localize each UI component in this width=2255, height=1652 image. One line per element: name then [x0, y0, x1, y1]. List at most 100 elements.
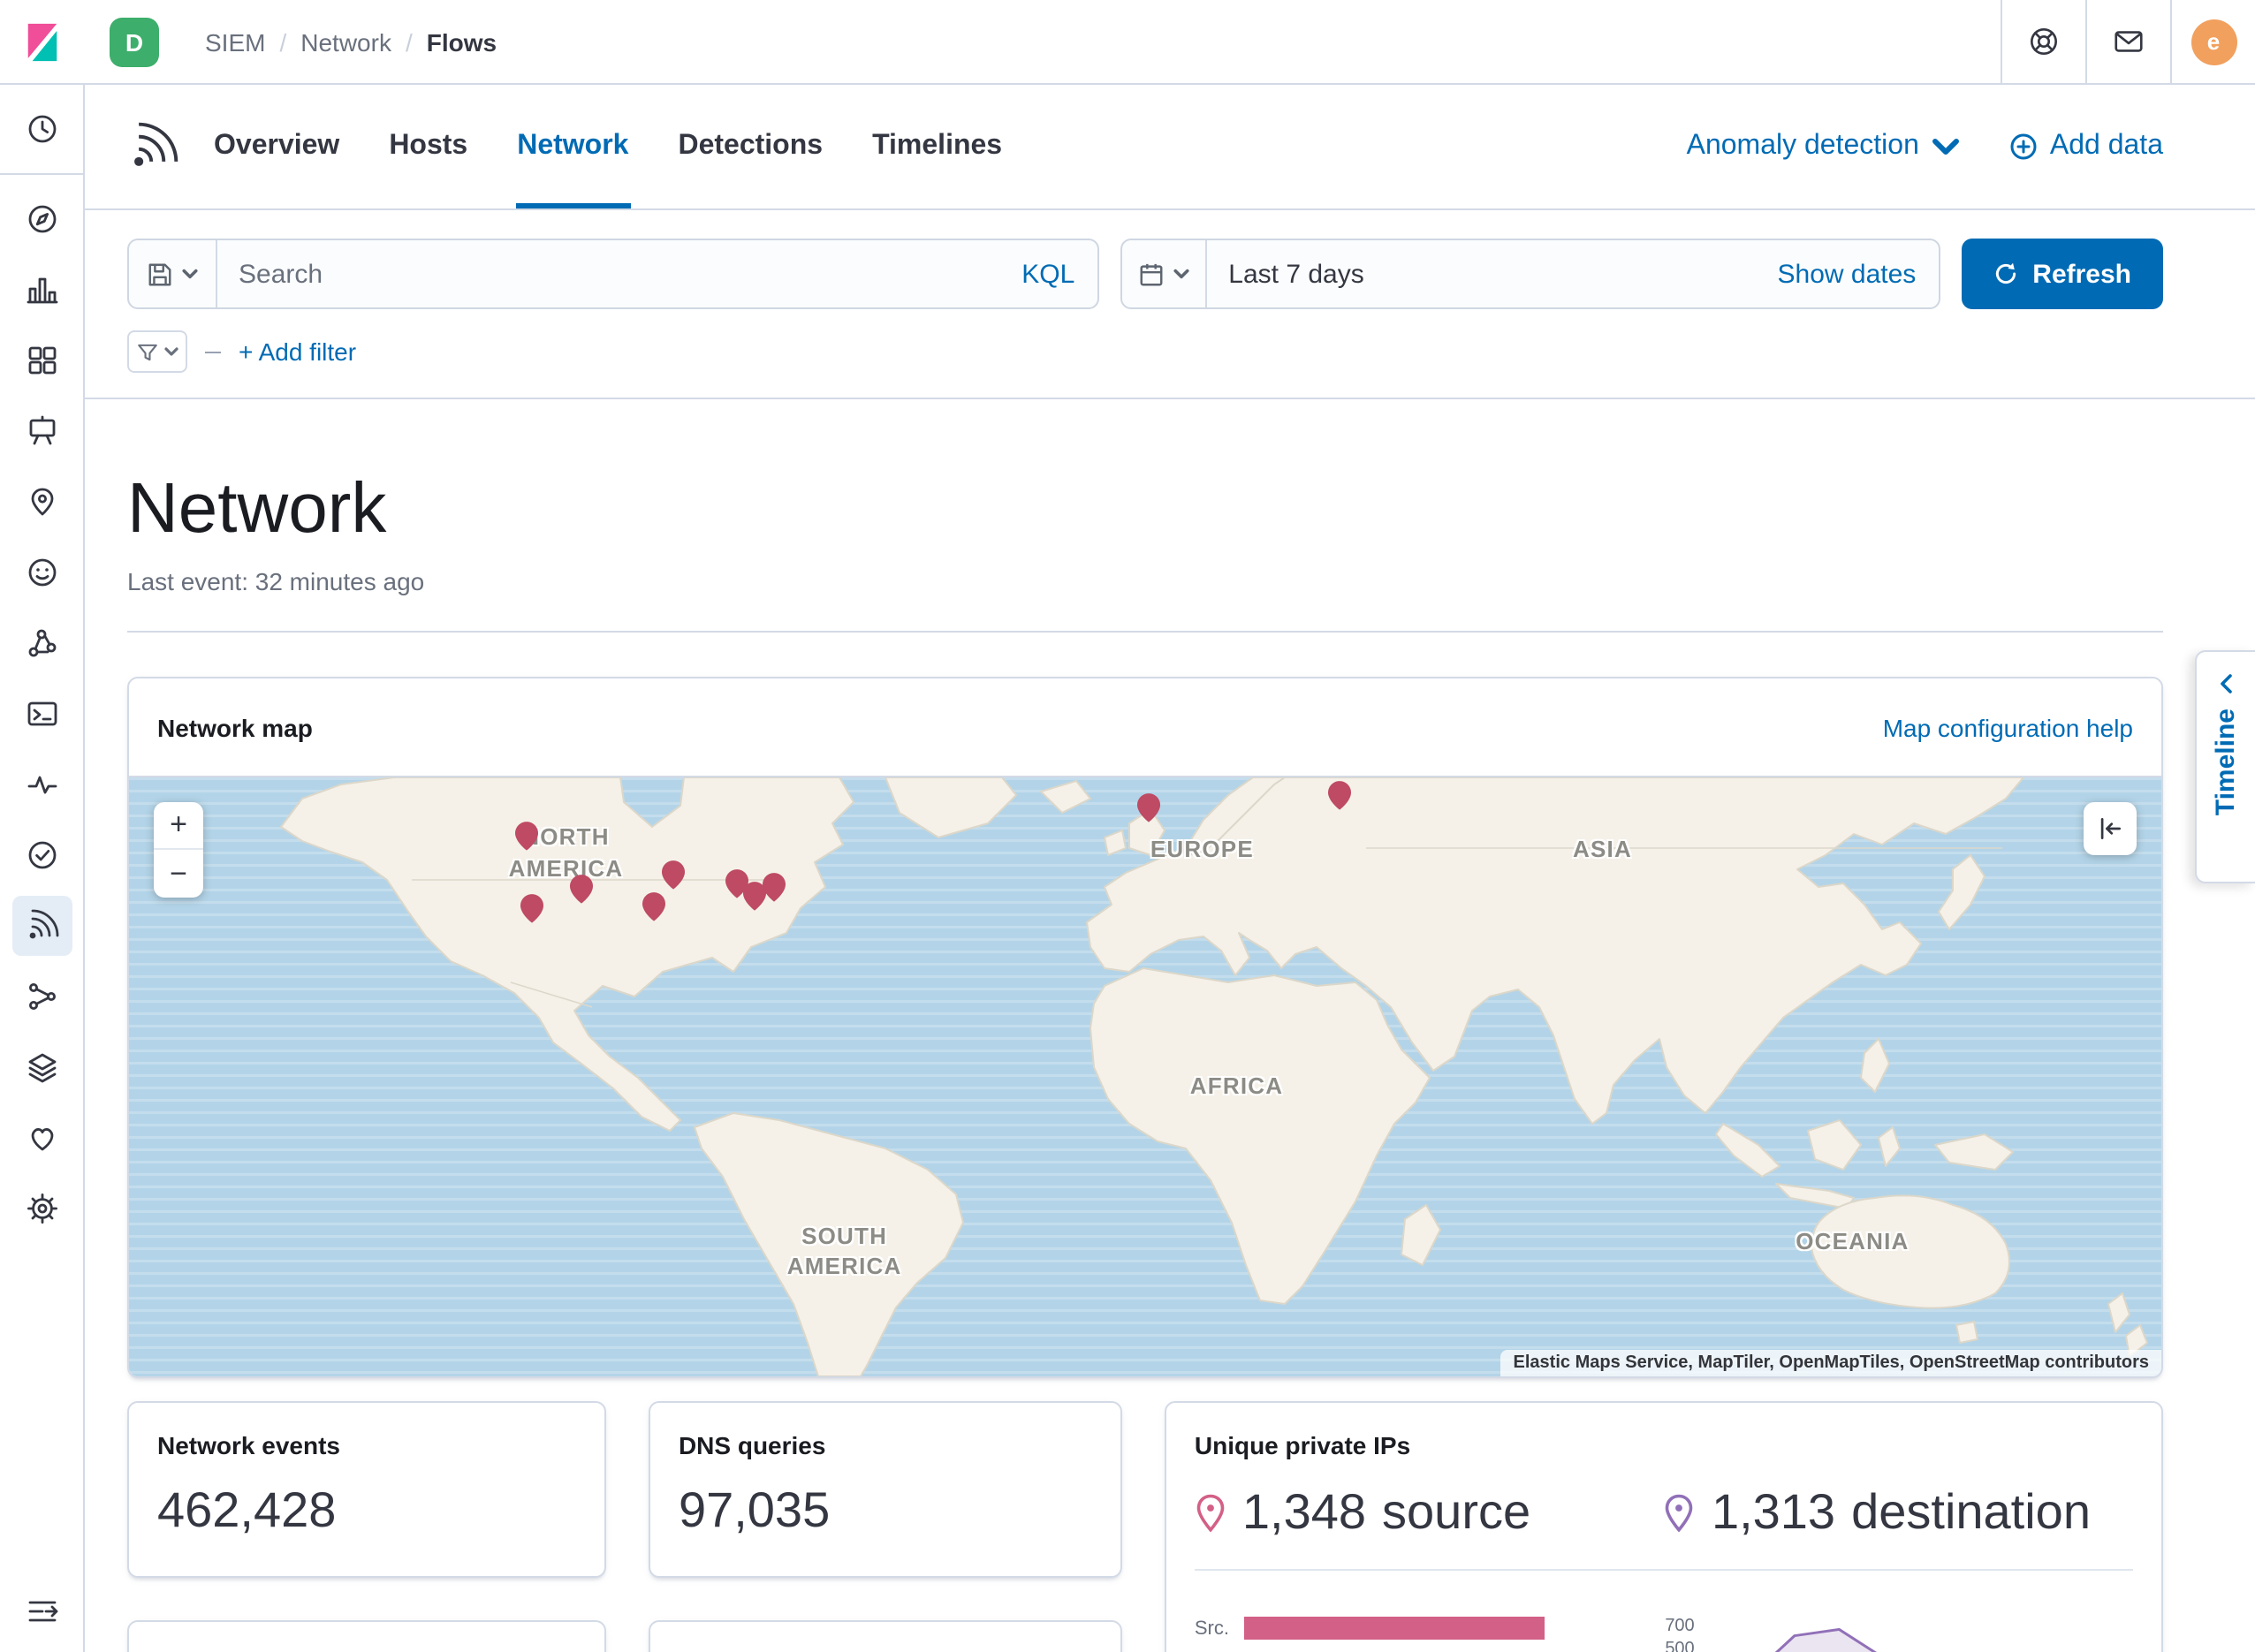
- tab-overview[interactable]: Overview: [212, 85, 341, 208]
- source-ips-label: source: [1382, 1484, 1530, 1541]
- filter-options-button[interactable]: [127, 330, 187, 373]
- tls-handshakes-card: TLS handshakes: [649, 1620, 1122, 1652]
- space-switcher[interactable]: D: [110, 17, 159, 66]
- timeline-label: Timeline: [2211, 709, 2241, 815]
- map-legend-toggle-button[interactable]: [2084, 802, 2137, 855]
- page-body: Network Last event: 32 minutes ago Netwo…: [85, 399, 2255, 1652]
- breadcrumb-network[interactable]: Network: [300, 27, 391, 56]
- anomaly-detection-label: Anomaly detection: [1687, 131, 1919, 163]
- map-pin-marker[interactable]: [1138, 792, 1161, 822]
- search-input[interactable]: [217, 259, 998, 289]
- timeline-flyout-button[interactable]: Timeline: [2195, 650, 2255, 883]
- user-menu-button[interactable]: e: [2170, 0, 2255, 84]
- filter-divider: [205, 351, 221, 352]
- date-range-button[interactable]: Last 7 days: [1207, 259, 1754, 289]
- breadcrumb-flows: Flows: [427, 27, 497, 56]
- canvas-nav-icon[interactable]: [11, 401, 72, 461]
- management-nav-icon[interactable]: [11, 1178, 72, 1239]
- siem-app-icon: [127, 120, 180, 173]
- card-title: Unique private IPs: [1195, 1431, 2133, 1459]
- newsfeed-button[interactable]: [2085, 0, 2170, 84]
- mail-icon: [2112, 25, 2145, 58]
- uptime-nav-icon[interactable]: [11, 825, 72, 885]
- source-pin-icon: [1195, 1492, 1226, 1533]
- kibana-siem-network-page: D SIEM/Network/Flows e: [0, 0, 2255, 1652]
- ips-area-chart: 700 500: [1656, 1617, 2133, 1652]
- card-title: DNS queries: [679, 1431, 1092, 1459]
- breadcrumb: SIEM/Network/Flows: [205, 27, 497, 56]
- user-avatar: e: [2190, 19, 2236, 64]
- filter-bar: + Add filter: [127, 330, 2163, 398]
- siem-nav-icon[interactable]: [11, 896, 72, 956]
- map-config-help-link[interactable]: Map configuration help: [1883, 713, 2133, 741]
- funnel-icon: [136, 340, 159, 363]
- graph-nav-icon[interactable]: [11, 613, 72, 673]
- stat-cards-grid: Network events 462,428 DNS queries 97,03…: [127, 1401, 2163, 1652]
- network-events-value: 462,428: [157, 1482, 576, 1539]
- map-pin-marker[interactable]: [1329, 780, 1352, 810]
- expand-sidebar-button[interactable]: [11, 1581, 72, 1641]
- dns-queries-card: DNS queries 97,035: [649, 1401, 1122, 1578]
- zoom-out-button[interactable]: −: [154, 850, 203, 898]
- destination-ips-value: 1,313: [1712, 1484, 1835, 1541]
- metrics-nav-icon[interactable]: [11, 1108, 72, 1168]
- refresh-button[interactable]: Refresh: [1962, 239, 2163, 309]
- map-pin-marker[interactable]: [642, 891, 664, 921]
- tab-hosts[interactable]: Hosts: [387, 85, 469, 208]
- global-header: D SIEM/Network/Flows e: [0, 0, 2255, 85]
- map-pin-marker[interactable]: [762, 873, 785, 903]
- search-control: KQL: [127, 239, 1099, 309]
- monitoring-nav-icon[interactable]: [11, 754, 72, 815]
- zoom-in-button[interactable]: +: [154, 802, 203, 850]
- map-pin-marker[interactable]: [662, 860, 685, 890]
- world-map[interactable]: + − Elastic Maps Service, MapTiler, Open…: [129, 777, 2161, 1376]
- fleet-nav-icon[interactable]: [11, 966, 72, 1027]
- dev-tools-nav-icon[interactable]: [11, 684, 72, 744]
- world-map-land: [129, 777, 2161, 1376]
- kibana-logo-icon: [19, 19, 65, 64]
- dashboard-nav-icon[interactable]: [11, 330, 72, 390]
- saved-query-menu-button[interactable]: [129, 240, 217, 307]
- sidebar-divider: [0, 173, 84, 175]
- network-events-card: Network events 462,428: [127, 1401, 606, 1578]
- help-button[interactable]: [2001, 0, 2085, 84]
- help-icon: [2027, 25, 2061, 58]
- map-pin-marker[interactable]: [520, 893, 543, 923]
- last-event-text: Last event: 32 minutes ago: [127, 567, 2163, 595]
- source-ips-value: 1,348: [1242, 1484, 1366, 1541]
- map-pin-marker[interactable]: [571, 874, 594, 904]
- tab-network[interactable]: Network: [515, 85, 630, 208]
- anomaly-detection-dropdown[interactable]: Anomaly detection: [1687, 131, 1960, 163]
- map-pin-marker[interactable]: [516, 821, 539, 851]
- add-filter-button[interactable]: + Add filter: [239, 337, 356, 366]
- kibana-logo[interactable]: [0, 19, 85, 64]
- logs-nav-icon[interactable]: [11, 1037, 72, 1097]
- ip-mini-charts: Src. 700 500: [1195, 1617, 2133, 1652]
- siem-tabs: Overview Hosts Network Detections Timelines: [212, 85, 1004, 208]
- refresh-icon: [1993, 261, 2018, 286]
- tab-detections[interactable]: Detections: [676, 85, 824, 208]
- unique-private-ips-card: Unique private IPs 1,348 source: [1165, 1401, 2163, 1652]
- page-title: Network: [127, 466, 2163, 551]
- recent-nav-icon[interactable]: [11, 99, 72, 159]
- breadcrumb-separator: /: [406, 27, 413, 56]
- refresh-label: Refresh: [2032, 259, 2131, 289]
- machine-learning-nav-icon[interactable]: [11, 542, 72, 602]
- add-data-link[interactable]: Add data: [2009, 131, 2163, 163]
- maps-nav-icon[interactable]: [11, 472, 72, 532]
- source-ips-stat: 1,348 source: [1195, 1484, 1664, 1541]
- dns-queries-value: 97,035: [679, 1482, 1092, 1539]
- tab-timelines[interactable]: Timelines: [870, 85, 1004, 208]
- save-icon: [147, 261, 173, 287]
- map-panel-title: Network map: [157, 713, 313, 741]
- breadcrumb-siem[interactable]: SIEM: [205, 27, 265, 56]
- app-sidebar: [0, 85, 85, 1652]
- bar-axis-label: Src.: [1195, 1617, 1229, 1640]
- chevron-left-icon: [2217, 673, 2235, 694]
- kql-language-button[interactable]: KQL: [998, 259, 1097, 289]
- destination-pin-icon: [1664, 1492, 1696, 1533]
- date-quick-menu-button[interactable]: [1122, 240, 1207, 307]
- discover-nav-icon[interactable]: [11, 189, 72, 249]
- visualize-nav-icon[interactable]: [11, 260, 72, 320]
- show-dates-button[interactable]: Show dates: [1755, 259, 1940, 289]
